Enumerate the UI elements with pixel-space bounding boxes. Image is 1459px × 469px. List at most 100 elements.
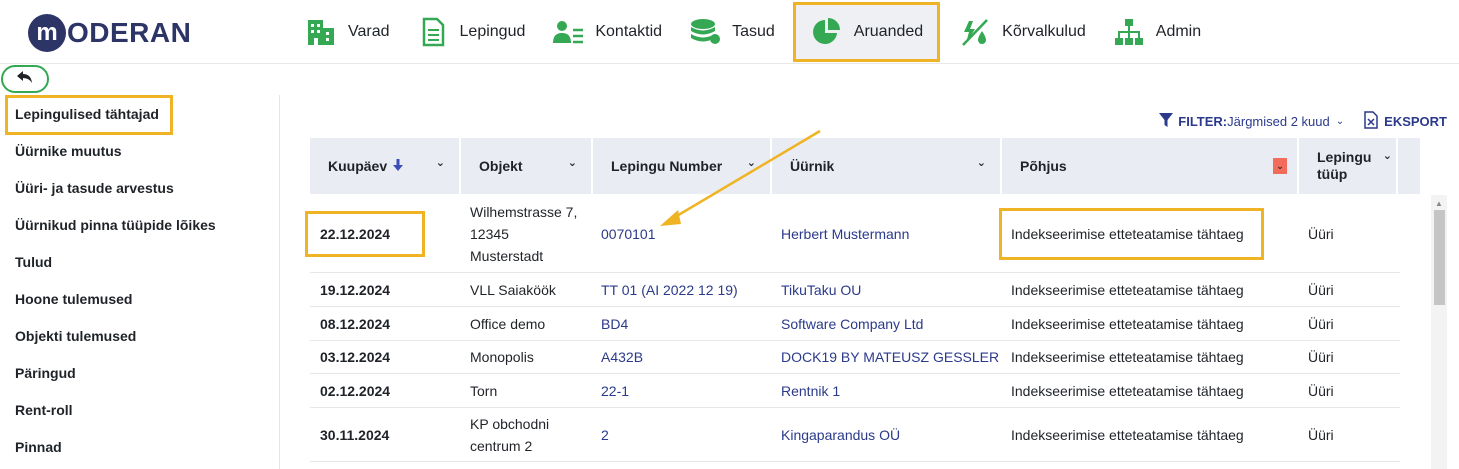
nav-label: Kontaktid [595, 23, 663, 40]
sidebar-item-pinnad[interactable]: Pinnad [15, 439, 62, 455]
export-label: EKSPORT [1384, 114, 1447, 129]
sort-arrow-down-icon[interactable] [393, 158, 404, 174]
table-row[interactable]: 08.12.2024 Office demo BD4 Software Comp… [310, 307, 1400, 341]
filter-label: FILTER: [1178, 114, 1228, 129]
table-scrollbar[interactable]: ▲ [1431, 195, 1447, 469]
type-cell: Üüri [1308, 315, 1334, 332]
nav-label: Aruanded [853, 23, 924, 40]
table-row[interactable]: 03.12.2024 Monopolis A432B DOCK19 BY MAT… [310, 341, 1400, 374]
object-cell: Wilhemstrasse 7, 12345 Musterstadt [460, 195, 577, 272]
sidebar-item-rent-roll[interactable]: Rent-roll [15, 402, 73, 418]
nav-item-korvalkulud[interactable]: Kõrvalkulud [950, 7, 1094, 57]
nav-item-lepingud[interactable]: Lepingud [408, 7, 534, 57]
contract-link[interactable]: A432B [591, 341, 643, 373]
type-cell: Üüri [1308, 349, 1334, 365]
reports-sidebar: Lepingulised tähtajad Üürnike muutus Üür… [0, 95, 280, 469]
chevron-down-icon: ⌄ [1335, 116, 1345, 127]
excel-file-icon [1364, 111, 1378, 132]
callout-arrow [660, 129, 821, 226]
scroll-up-icon[interactable]: ▲ [1435, 199, 1443, 208]
top-navigation: m ODERAN Varad Lepingud Kontaktid Tasud … [0, 0, 1459, 64]
funnel-icon [1159, 113, 1174, 130]
contract-link[interactable]: 22-1 [591, 374, 629, 407]
sidebar-item-tulud[interactable]: Tulud [15, 254, 52, 270]
chevron-down-icon[interactable]: ⌄ [977, 156, 986, 169]
table-header: Kuupäev ⌄ Objekt ⌄ Lepingu Number ⌄ Üürn… [310, 138, 1420, 194]
org-chart-icon [1112, 15, 1146, 49]
sidebar-item-uuri-tasude-arvestus[interactable]: Üüri- ja tasude arvestus [15, 180, 174, 196]
export-button[interactable]: EKSPORT [1364, 111, 1447, 132]
tenant-link[interactable]: Rentnik 1 [771, 374, 840, 407]
pie-chart-icon [810, 15, 844, 49]
reason-cell: Indekseerimise etteteatamise tähtaeg [1011, 382, 1244, 399]
date-highlight [305, 211, 425, 257]
buildings-icon [304, 15, 338, 49]
column-header-objekt[interactable]: Objekt ⌄ [461, 138, 593, 194]
sidebar-item-hoone-tulemused[interactable]: Hoone tulemused [15, 291, 132, 307]
sidebar-item-uurnike-muutus[interactable]: Üürnike muutus [15, 143, 122, 159]
logo-text: ODERAN [67, 17, 192, 48]
nav-item-aruanded[interactable]: Aruanded [792, 2, 941, 62]
date-cell: 03.12.2024 [320, 349, 391, 365]
header-label: Kuupäev [328, 158, 388, 174]
type-cell: Üüri [1308, 382, 1334, 399]
nav-label: Kõrvalkulud [1002, 23, 1086, 40]
contract-link[interactable]: 2 [591, 408, 609, 461]
contract-link[interactable]: TT 01 (AI 2022 12 19) [591, 273, 738, 306]
table-row[interactable]: 30.11.2024 KP obchodni centrum 2 2 Kinga… [310, 408, 1400, 462]
contract-link[interactable]: BD4 [591, 307, 628, 340]
moderan-logo[interactable]: m ODERAN [28, 12, 191, 54]
tenant-link[interactable]: Kingaparandus OÜ [771, 408, 900, 461]
sidebar-item-objekti-tulemused[interactable]: Objekti tulemused [15, 328, 136, 344]
reason-cell: Indekseerimise etteteatamise tähtaeg [1011, 315, 1244, 332]
nav-item-admin[interactable]: Admin [1104, 7, 1209, 57]
header-label: tüüp [1317, 166, 1348, 182]
object-cell: Torn [470, 382, 498, 399]
contacts-icon [551, 15, 585, 49]
object-cell: VLL Saiaköök [470, 281, 556, 298]
nav-item-kontaktid[interactable]: Kontaktid [543, 7, 670, 57]
nav-label: Varad [348, 23, 390, 40]
sidebar-item-lepingulised-tahtajad[interactable]: Lepingulised tähtajad [15, 106, 159, 122]
type-cell: Üüri [1308, 225, 1334, 242]
table-row[interactable]: 19.12.2024 VLL Saiaköök TT 01 (AI 2022 1… [310, 273, 1400, 307]
header-label: Põhjus [1020, 158, 1067, 174]
chevron-down-icon[interactable]: ⌄ [436, 156, 445, 169]
document-icon [416, 15, 450, 49]
scrollbar-thumb[interactable] [1434, 210, 1445, 305]
column-header-kuupaev[interactable]: Kuupäev ⌄ [310, 138, 461, 194]
filter-button[interactable]: FILTER: Järgmised 2 kuud ⌄ [1159, 113, 1344, 130]
header-label: Lepingu [1317, 149, 1372, 165]
reason-cell: Indekseerimise etteteatamise tähtaeg [1011, 349, 1244, 365]
reason-cell: Indekseerimise etteteatamise tähtaeg [1011, 426, 1244, 443]
object-line: centrum 2 [470, 437, 533, 454]
nav-item-tasud[interactable]: Tasud [680, 7, 783, 57]
object-cell: Monopolis [470, 349, 534, 365]
reason-cell: Indekseerimise etteteatamise tähtaeg [1011, 281, 1244, 298]
nav-label: Tasud [732, 23, 775, 40]
tenant-link[interactable]: DOCK19 BY MATEUSZ GESSLER [771, 341, 999, 373]
sidebar-item-paringud[interactable]: Päringud [15, 365, 76, 381]
back-button[interactable] [1, 65, 49, 93]
object-cell: KP obchodni centrum 2 [460, 408, 549, 461]
date-cell: 19.12.2024 [320, 281, 391, 298]
sidebar-item-uurnikud-pinna-tuupide[interactable]: Üürnikud pinna tüüpide lõikes [15, 217, 216, 233]
main-nav: Varad Lepingud Kontaktid Tasud Aruanded … [296, 0, 1219, 64]
back-arrow-icon [16, 70, 34, 89]
date-cell: 02.12.2024 [320, 382, 391, 399]
nav-item-varad[interactable]: Varad [296, 7, 398, 57]
column-header-pohjus[interactable]: Põhjus ⌄ [1002, 138, 1299, 194]
reason-highlight [999, 208, 1264, 260]
chevron-down-icon[interactable]: ⌄ [1383, 148, 1392, 165]
contract-link[interactable]: 0070101 [591, 195, 656, 272]
table-row[interactable]: 02.12.2024 Torn 22-1 Rentnik 1 Indekseer… [310, 374, 1400, 408]
coins-icon [688, 15, 722, 49]
chevron-down-icon[interactable]: ⌄ [568, 156, 577, 169]
nav-label: Lepingud [459, 23, 526, 40]
nav-label: Admin [1155, 23, 1202, 40]
tenant-link[interactable]: TikuTaku OU [771, 273, 861, 306]
tenant-link[interactable]: Software Company Ltd [771, 307, 923, 340]
date-cell: 30.11.2024 [320, 426, 390, 443]
column-header-lepingu-tuup[interactable]: Lepingu tüüp ⌄ [1299, 138, 1398, 194]
active-filter-icon[interactable]: ⌄ [1273, 158, 1287, 174]
